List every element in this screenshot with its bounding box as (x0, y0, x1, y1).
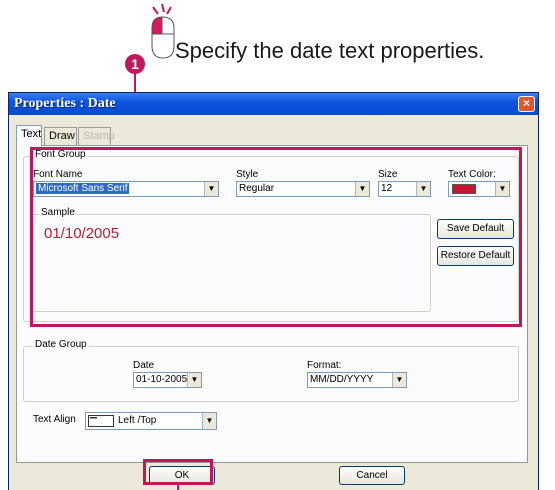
date-picker[interactable]: 01-10-2005 ▼ (133, 372, 202, 388)
instruction-text: Specify the date text properties. (175, 38, 485, 63)
date-value: 01-10-2005 (136, 374, 188, 385)
date-label: Date (133, 360, 155, 371)
format-label: Format: (307, 360, 342, 371)
step-number-badge: 1 (125, 54, 145, 74)
align-left-top-icon (88, 415, 114, 427)
chevron-down-icon[interactable]: ▼ (392, 373, 406, 387)
tab-label: Text (21, 128, 42, 140)
tab-text[interactable]: Text (16, 125, 42, 146)
date-group-box (23, 346, 519, 402)
window-title: Properties : Date (14, 96, 116, 111)
ok-connector-line (177, 485, 179, 490)
date-group-title: Date Group (33, 339, 89, 350)
text-align-select[interactable]: Left /Top ▼ (85, 412, 217, 430)
chevron-down-icon[interactable]: ▼ (202, 413, 216, 429)
tab-draw[interactable]: Draw (44, 127, 77, 145)
chevron-down-icon[interactable]: ▼ (187, 373, 201, 387)
tab-stamp: Stamp (78, 127, 115, 145)
close-button[interactable]: × (518, 96, 535, 112)
font-group-highlight (30, 147, 522, 327)
title-bar[interactable]: Properties : Date × (9, 93, 538, 115)
tab-label: Draw (49, 130, 75, 142)
cancel-button[interactable]: Cancel (339, 466, 405, 485)
ok-button-highlight (143, 459, 213, 485)
text-align-value: Left /Top (118, 415, 157, 426)
format-value: MM/DD/YYYY (310, 374, 374, 385)
tab-label: Stamp (83, 130, 115, 142)
text-align-label: Text Align (33, 414, 76, 425)
format-select[interactable]: MM/DD/YYYY ▼ (307, 372, 407, 388)
